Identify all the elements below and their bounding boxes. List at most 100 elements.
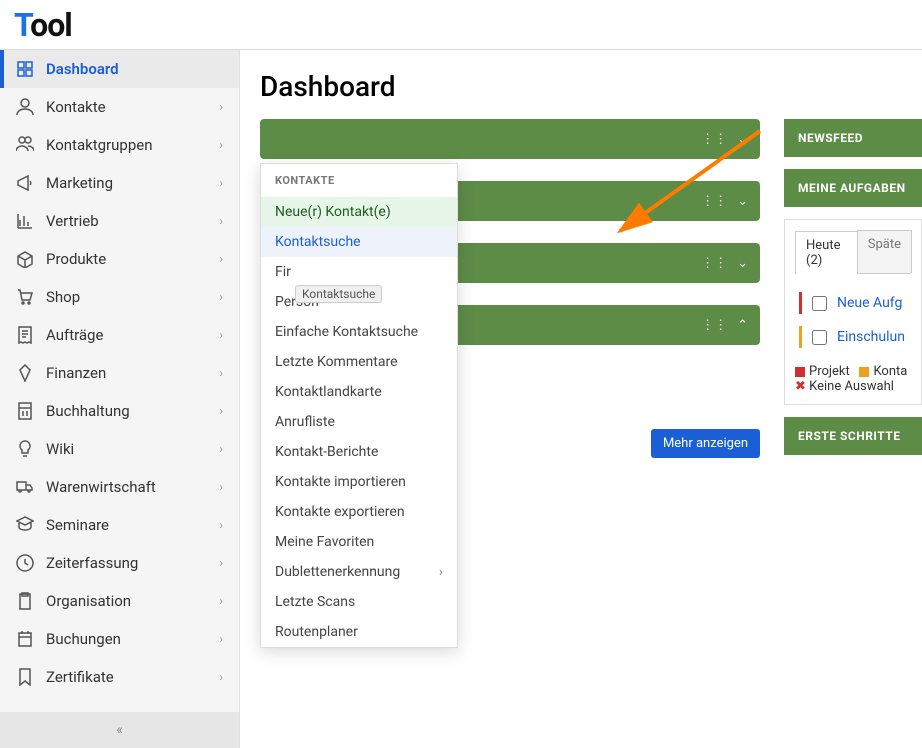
drag-handle-icon[interactable]: ⋮⋮ [701, 132, 727, 147]
drag-handle-icon[interactable]: ⋮⋮ [701, 318, 727, 333]
sidebar-item-seminare[interactable]: Seminare› [0, 506, 239, 544]
chevron-right-icon: › [219, 404, 223, 418]
megaphone-icon [16, 174, 34, 192]
sidebar-item-label: Organisation [46, 592, 131, 610]
chevron-right-icon: › [219, 366, 223, 380]
submenu-item-firma[interactable]: Fir [261, 257, 457, 287]
chevron-right-icon: › [219, 632, 223, 646]
chevron-right-icon: › [219, 176, 223, 190]
sidebar-item-zertifikate[interactable]: Zertifikate› [0, 658, 239, 696]
sidebar-item-label: Finanzen [46, 364, 106, 382]
kontakte-submenu: KONTAKTE Neue(r) Kontakt(e)KontaktsucheF… [260, 163, 458, 648]
sidebar-item-label: Warenwirtschaft [46, 478, 156, 496]
dashboard-widget-header[interactable]: ⋮⋮ ⌄ [260, 119, 760, 159]
chevron-right-icon: › [219, 100, 223, 114]
submenu-item-einfache-kontaktsuche[interactable]: Einfache Kontaktsuche [261, 317, 457, 347]
grad-icon [16, 516, 34, 534]
sidebar-item-finanzen[interactable]: Finanzen › [0, 354, 239, 392]
task-row: Neue Aufg [795, 286, 911, 320]
task-link[interactable]: Neue Aufg [837, 295, 902, 311]
sidebar-item-vertrieb[interactable]: Vertrieb› [0, 202, 239, 240]
my-tasks-panel-header[interactable]: MEINE AUFGABEN [784, 169, 922, 207]
chevron-right-icon: › [219, 594, 223, 608]
first-steps-panel-header[interactable]: ERSTE SCHRITTE [784, 417, 922, 455]
sidebar-item-dashboard[interactable]: Dashboard [0, 50, 239, 88]
bookmark-icon [16, 668, 34, 686]
sidebar-item-label: Produkte [46, 250, 106, 268]
newsfeed-panel-header[interactable]: NEWSFEED [784, 119, 922, 157]
chevron-right-icon: › [219, 480, 223, 494]
diamond-icon [16, 364, 34, 382]
submenu-item-kontaktsuche[interactable]: Kontaktsuche [261, 227, 457, 257]
chevron-right-icon: › [219, 556, 223, 570]
calc-icon [16, 402, 34, 420]
submenu-item-neue-r-kontakt-e-[interactable]: Neue(r) Kontakt(e) [261, 197, 457, 227]
priority-bar [799, 292, 802, 314]
submenu-item-meine-favoriten[interactable]: Meine Favoriten [261, 527, 457, 557]
calendar-icon [16, 630, 34, 648]
chevron-right-icon: › [219, 214, 223, 228]
sidebar-item-organisation[interactable]: Organisation › [0, 582, 239, 620]
chevron-down-icon[interactable]: ⌄ [737, 194, 748, 209]
sidebar-item-buchungen[interactable]: Buchungen› [0, 620, 239, 658]
submenu-item-anrufliste[interactable]: Anrufliste [261, 407, 457, 437]
legend: Projekt Konta ✖ Keine Auswahl [795, 364, 911, 394]
show-more-button[interactable]: Mehr anzeigen [651, 429, 760, 458]
task-checkbox[interactable] [812, 296, 827, 311]
sidebar-item-zeiterfassung[interactable]: Zeiterfassung › [0, 544, 239, 582]
tab-sp-te[interactable]: Späte [857, 230, 912, 273]
sidebar-item-marketing[interactable]: Marketing › [0, 164, 239, 202]
tooltip: Kontaktsuche [295, 285, 382, 303]
submenu-item-letzte-kommentare[interactable]: Letzte Kommentare [261, 347, 457, 377]
task-link[interactable]: Einschulun [837, 329, 905, 345]
user-icon [16, 98, 34, 116]
main-content: Dashboard ⋮⋮⌄⋮⋮⌄⋮⋮⌄⋮⋮⌃ meldungen Mehr an… [240, 50, 922, 748]
chevron-right-icon: › [219, 670, 223, 684]
clipboard-icon [16, 592, 34, 610]
chart-icon [16, 212, 34, 230]
clock-icon [16, 554, 34, 572]
chevron-right-icon: › [219, 290, 223, 304]
cart-icon [16, 288, 34, 306]
sidebar-item-label: Wiki [46, 440, 74, 458]
sidebar-item-aufträge[interactable]: Aufträge› [0, 316, 239, 354]
chevron-down-icon[interactable]: ⌄ [737, 132, 748, 147]
sidebar-item-buchhaltung[interactable]: Buchhaltung › [0, 392, 239, 430]
truck-icon [16, 478, 34, 496]
sidebar-item-label: Zeiterfassung [46, 554, 138, 572]
submenu-item-dublettenerkennung[interactable]: Dublettenerkennung [261, 557, 457, 587]
drag-handle-icon[interactable]: ⋮⋮ [701, 256, 727, 271]
submenu-item-kontaktlandkarte[interactable]: Kontaktlandkarte [261, 377, 457, 407]
sidebar-item-label: Kontaktgruppen [46, 136, 153, 154]
sidebar-collapse[interactable]: « [0, 712, 239, 748]
sidebar-item-label: Marketing [46, 174, 113, 192]
box-icon [16, 250, 34, 268]
sidebar-item-label: Shop [46, 288, 80, 306]
chevron-right-icon: › [219, 252, 223, 266]
chevron-right-icon: › [219, 328, 223, 342]
submenu-item-kontakte-importieren[interactable]: Kontakte importieren [261, 467, 457, 497]
sidebar-item-shop[interactable]: Shop › [0, 278, 239, 316]
submenu-item-letzte-scans[interactable]: Letzte Scans [261, 587, 457, 617]
task-checkbox[interactable] [812, 330, 827, 345]
priority-bar [799, 326, 802, 348]
sidebar-item-label: Kontakte [46, 98, 106, 116]
sidebar-item-wiki[interactable]: Wiki › [0, 430, 239, 468]
sidebar-item-kontaktgruppen[interactable]: Kontaktgruppen› [0, 126, 239, 164]
sidebar-item-produkte[interactable]: Produkte › [0, 240, 239, 278]
submenu-item-kontakt-berichte[interactable]: Kontakt-Berichte [261, 437, 457, 467]
dashboard-icon [16, 60, 34, 78]
sidebar-item-warenwirtschaft[interactable]: Warenwirtschaft › [0, 468, 239, 506]
chevron-right-icon: › [219, 442, 223, 456]
sidebar: DashboardKontakte›Kontaktgruppen›Marketi… [0, 50, 240, 748]
drag-handle-icon[interactable]: ⋮⋮ [701, 194, 727, 209]
chevron-down-icon[interactable]: ⌄ [737, 256, 748, 271]
tab-heute-[interactable]: Heute (2) [795, 231, 858, 274]
sidebar-item-label: Buchhaltung [46, 402, 130, 420]
chevron-up-icon[interactable]: ⌃ [737, 318, 748, 333]
submenu-item-routenplaner[interactable]: Routenplaner [261, 617, 457, 647]
sidebar-item-kontakte[interactable]: Kontakte › [0, 88, 239, 126]
submenu-item-kontakte-exportieren[interactable]: Kontakte exportieren [261, 497, 457, 527]
sidebar-item-label: Seminare [46, 516, 109, 534]
task-row: Einschulun [795, 320, 911, 354]
